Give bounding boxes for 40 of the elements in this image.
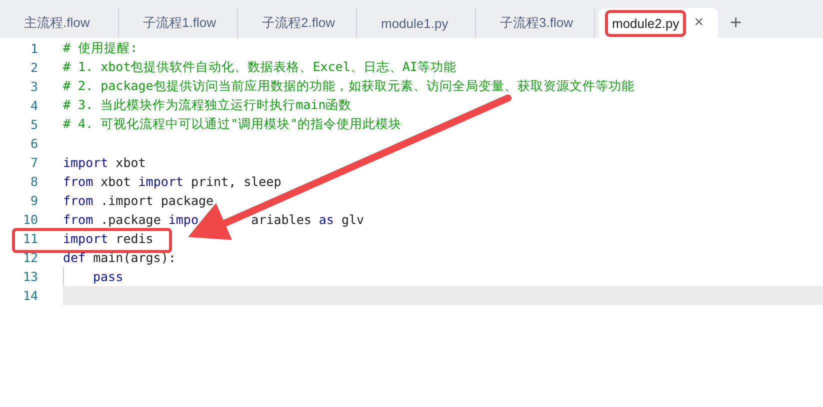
line-number: 10 bbox=[22, 212, 38, 227]
add-tab-button[interactable]: + bbox=[724, 8, 748, 38]
code-line: from xbot import print, sleep bbox=[63, 174, 282, 189]
tab-label: 子流程1.flow bbox=[142, 14, 217, 32]
file-tab[interactable]: 主流程.flow bbox=[0, 8, 119, 38]
code-line: # 1. xbot包提供软件自动化、数据表格、Excel、日志、AI等功能 bbox=[63, 59, 456, 76]
line-number: 14 bbox=[22, 288, 38, 303]
code-line: # 4. 可视化流程中可以通过"调用模块"的指令使用此模块 bbox=[63, 116, 402, 133]
file-tab[interactable]: 子流程2.flow bbox=[238, 8, 357, 38]
line-number: 1 bbox=[29, 41, 38, 56]
line-number: 7 bbox=[29, 155, 38, 170]
code-line: import xbot bbox=[63, 155, 146, 170]
code-line: from .package impo ariables as glv bbox=[63, 212, 364, 227]
file-tab[interactable]: module1.py bbox=[357, 8, 476, 38]
line-number: 6 bbox=[29, 136, 38, 151]
code-line: # 使用提醒: bbox=[63, 40, 138, 57]
line-number: 4 bbox=[29, 98, 38, 113]
tab-label: module1.py bbox=[380, 14, 450, 33]
line-number: 13 bbox=[22, 269, 38, 284]
code-line: import redis bbox=[63, 231, 154, 246]
file-tab[interactable]: 子流程3.flow bbox=[476, 8, 595, 38]
code-line: from .import package bbox=[63, 193, 214, 208]
code-line: # 2. package包提供访问当前应用数据的功能，如获取元素、访问全局变量、获取资源文件等功能 bbox=[63, 78, 634, 95]
tab-label: 子流程2.flow bbox=[261, 14, 336, 32]
file-tab[interactable]: 子流程1.flow bbox=[119, 8, 238, 38]
code-line: # 3. 当此模块作为流程独立运行时执行main函数 bbox=[63, 97, 352, 114]
line-number: 5 bbox=[29, 117, 38, 132]
code-line: pass bbox=[92, 269, 124, 284]
tab-label: 主流程.flow bbox=[23, 14, 91, 32]
code-line: def main(args): bbox=[63, 250, 176, 265]
line-number: 3 bbox=[29, 79, 38, 94]
line-number: 8 bbox=[29, 174, 38, 189]
tab-label: module2.py bbox=[605, 10, 686, 36]
close-button[interactable]: × bbox=[692, 14, 706, 32]
file-tab[interactable]: module2.py × bbox=[599, 8, 718, 38]
tab-label: 子流程3.flow bbox=[499, 14, 574, 32]
line-number: 2 bbox=[29, 60, 38, 75]
line-number: 11 bbox=[22, 231, 38, 246]
line-number: 12 bbox=[22, 250, 38, 265]
line-number: 9 bbox=[29, 193, 38, 208]
